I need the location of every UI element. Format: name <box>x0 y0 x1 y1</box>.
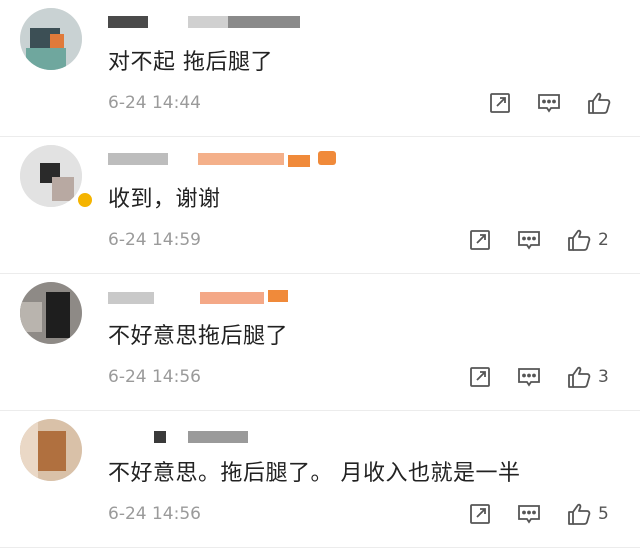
comment-actions: 3 <box>468 360 609 394</box>
repost-button[interactable] <box>468 502 492 526</box>
comment-icon <box>518 231 540 250</box>
like-button[interactable]: 2 <box>566 227 609 253</box>
comment-text: 不好意思拖后腿了 <box>108 324 289 349</box>
comment-item: 对不起 拖后腿了 6-24 14:44 <box>0 0 640 137</box>
comment-text: 对不起 拖后腿了 <box>108 50 273 75</box>
comment-item: 收到，谢谢 6-24 14:59 2 <box>0 137 640 274</box>
avatar[interactable] <box>20 145 82 207</box>
like-count: 3 <box>598 367 609 387</box>
comment-text: 收到，谢谢 <box>108 187 221 212</box>
comment-icon <box>538 94 560 113</box>
comment-timestamp: 6-24 14:56 <box>108 504 201 524</box>
repost-button[interactable] <box>468 365 492 389</box>
comment-icon <box>518 368 540 387</box>
avatar[interactable] <box>20 8 82 70</box>
username-redacted[interactable] <box>108 286 338 304</box>
avatar[interactable] <box>20 282 82 344</box>
comment-actions: 2 <box>468 223 609 257</box>
comment-timestamp: 6-24 14:59 <box>108 230 201 250</box>
comment-actions <box>488 86 618 120</box>
thumbs-up-icon <box>568 503 591 525</box>
username-redacted[interactable] <box>108 149 338 167</box>
comment-button[interactable] <box>516 228 542 252</box>
repost-button[interactable] <box>468 228 492 252</box>
repost-icon <box>470 367 490 387</box>
comment-icon <box>518 505 540 524</box>
thumbs-up-icon <box>588 92 611 114</box>
like-button[interactable] <box>586 90 618 116</box>
comment-item: 不好意思拖后腿了 6-24 14:56 3 <box>0 274 640 411</box>
comment-actions: 5 <box>468 497 609 531</box>
username-redacted[interactable] <box>108 12 338 30</box>
like-count: 5 <box>598 504 609 524</box>
like-button[interactable]: 5 <box>566 501 609 527</box>
username-redacted[interactable] <box>108 425 338 443</box>
level-badge-icon <box>318 151 336 165</box>
like-button[interactable]: 3 <box>566 364 609 390</box>
comment-timestamp: 6-24 14:56 <box>108 367 201 387</box>
repost-icon <box>490 93 510 113</box>
thumbs-up-icon <box>568 366 591 388</box>
comment-text: 不好意思。拖后腿了。 月收入也就是一半 <box>108 461 521 486</box>
avatar[interactable] <box>20 419 82 481</box>
comment-item: 不好意思。拖后腿了。 月收入也就是一半 6-24 14:56 5 <box>0 411 640 548</box>
repost-button[interactable] <box>488 91 512 115</box>
repost-icon <box>470 504 490 524</box>
comment-button[interactable] <box>516 502 542 526</box>
thumbs-up-icon <box>568 229 591 251</box>
comment-button[interactable] <box>516 365 542 389</box>
like-count: 2 <box>598 230 609 250</box>
verified-badge-icon <box>76 191 94 209</box>
comment-button[interactable] <box>536 91 562 115</box>
repost-icon <box>470 230 490 250</box>
comment-timestamp: 6-24 14:44 <box>108 93 201 113</box>
